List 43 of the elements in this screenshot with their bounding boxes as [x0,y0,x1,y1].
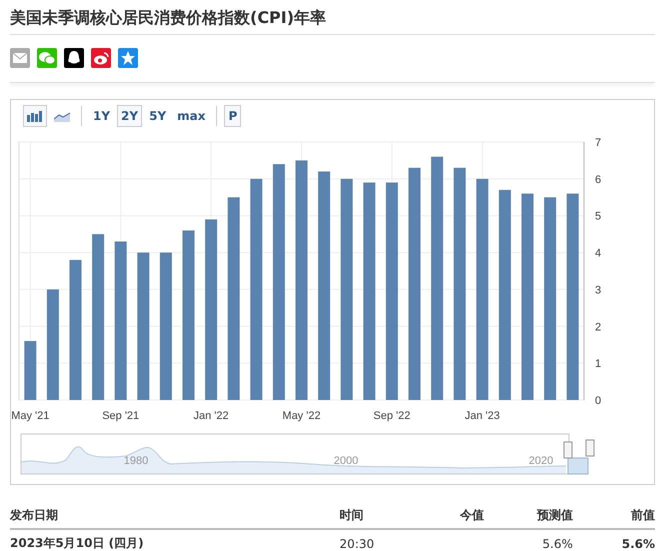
range-button[interactable]: 2Y [117,105,142,127]
mail-icon[interactable] [10,48,30,68]
column-header: 前值 [572,501,655,529]
range-button[interactable]: 5Y [145,105,170,127]
navigator-year-label: 1980 [124,455,148,467]
x-axis-label: Jan '23 [464,410,500,422]
y-axis-label: 5 [594,210,602,223]
x-axis-label: May '21 [11,410,50,422]
column-header: 预测值 [484,501,573,529]
y-axis-label: 1 [594,358,602,370]
y-axis-label: 2 [594,321,602,334]
column-header: 发布日期 [10,501,340,529]
table-cell: 2023年5月10日 (四月) [10,536,144,550]
x-axis-label: Jan '22 [194,410,229,422]
eye-icon[interactable] [91,48,111,68]
penguin-icon[interactable] [64,48,84,68]
range-button[interactable]: 1Y [89,105,114,127]
y-axis-label: 3 [594,284,602,296]
line-chart-icon [54,110,70,122]
table-cell: 5.6% [542,536,573,550]
bar [24,341,36,400]
y-axis-label: 6 [594,174,602,186]
y-axis-label: 0 [594,395,602,407]
navigator-handle[interactable] [586,440,594,456]
bar-chart-icon [27,110,43,122]
navigator-year-label: 2020 [528,455,554,467]
navigator-handle[interactable] [564,442,572,458]
y-axis-label: 7 [594,137,602,149]
navigator-year-label: 2000 [334,455,358,467]
chat-bubbles-icon[interactable] [37,48,57,68]
x-axis-label: Sep '21 [102,410,140,422]
column-header: 今值 [424,501,484,529]
x-axis-label: May '22 [282,410,321,422]
table-cell: 5.6% [622,536,655,550]
y-axis-label: 4 [594,248,602,260]
x-axis-label: Sep '22 [373,410,410,422]
range-button[interactable]: max [173,105,210,127]
bar-chart-button[interactable] [23,105,47,127]
p-button[interactable]: P [224,105,242,127]
column-header: 时间 [340,501,425,529]
page-title: 美国未季调核心居民消费价格指数(CPI)年率 [10,7,328,29]
star-icon[interactable] [118,48,138,68]
table-cell: 20:30 [340,536,374,550]
